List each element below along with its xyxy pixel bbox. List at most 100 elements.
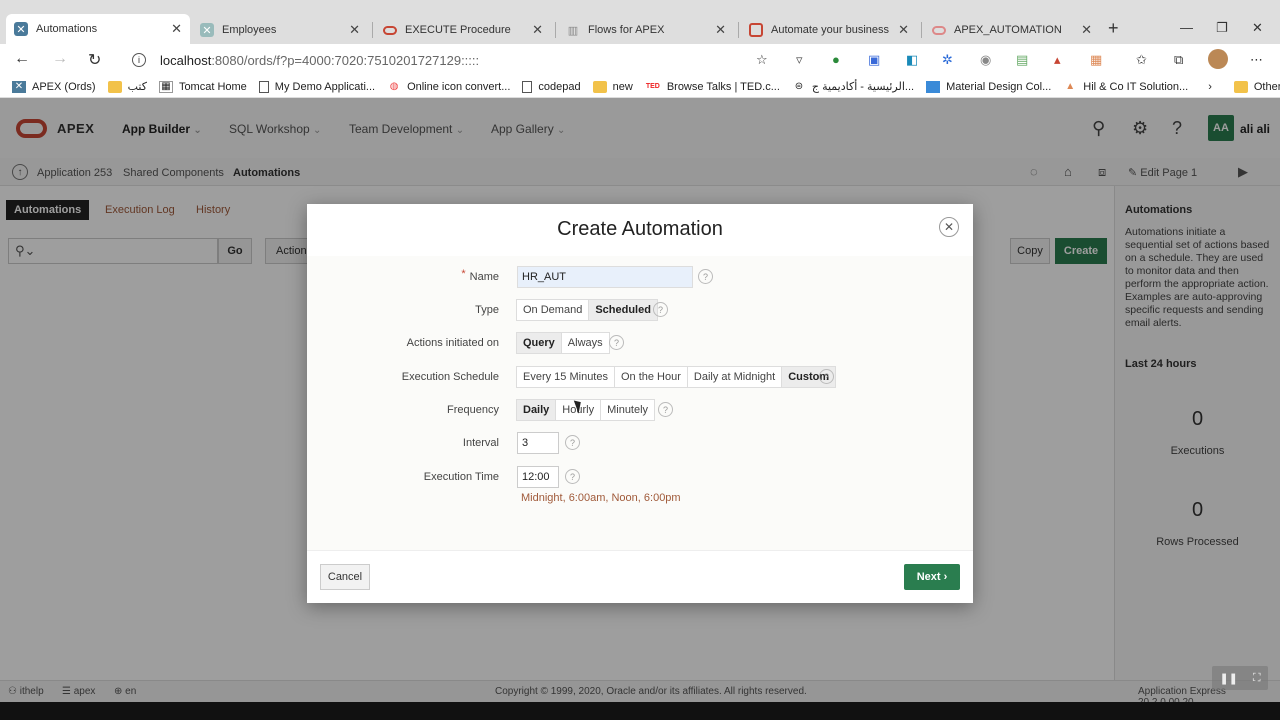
close-icon[interactable]: ✕ xyxy=(939,217,959,237)
collections-icon[interactable]: ⧉ xyxy=(1174,52,1183,68)
refresh-icon[interactable]: ↻ xyxy=(88,50,101,70)
more-icon[interactable]: ⋯ xyxy=(1250,52,1263,68)
type-label: Type xyxy=(475,304,499,316)
browser-tab-employees[interactable]: ✕ Employees ✕ xyxy=(192,16,368,44)
bookmark-label: الرئيسية - أكاديمية ج... xyxy=(811,81,915,93)
help-icon[interactable]: ? xyxy=(565,435,580,450)
bookmark-ted[interactable]: TED Browse Talks | TED.c... xyxy=(645,81,780,93)
favorites-icon[interactable]: ✩ xyxy=(1136,52,1147,68)
favorite-star-icon[interactable]: ☆ xyxy=(756,52,768,68)
address-bar-row: ← → ↻ i localhost:8080/ords/f?p=4000:702… xyxy=(0,44,1280,76)
tab-label: APEX_AUTOMATION xyxy=(954,24,1062,36)
type-radio-group: On Demand Scheduled xyxy=(516,299,658,321)
extension-icon[interactable]: ▦ xyxy=(1090,52,1102,68)
close-tab-icon[interactable]: ✕ xyxy=(532,22,543,38)
type-scheduled[interactable]: Scheduled xyxy=(588,299,658,321)
extension-icon[interactable]: ▤ xyxy=(1016,52,1028,68)
actions-initiated-row: Actions initiated on Query Always ? xyxy=(307,332,973,356)
help-icon[interactable]: ? xyxy=(698,269,713,284)
help-icon[interactable]: ? xyxy=(819,369,834,384)
bookmark-label: كتب xyxy=(127,81,147,93)
chevron-right-icon: › xyxy=(943,571,948,583)
oracle-icon xyxy=(383,25,397,35)
tab-divider xyxy=(555,22,556,38)
bookmark-academy[interactable]: ⊜ الرئيسية - أكاديمية ج... xyxy=(792,80,914,93)
tab-divider xyxy=(738,22,739,38)
close-tab-icon[interactable]: ✕ xyxy=(349,22,360,38)
pocket-icon[interactable]: ▿ xyxy=(796,52,803,68)
browser-tab-execute-procedure[interactable]: EXECUTE Procedure ✕ xyxy=(375,16,551,44)
extension-icon[interactable]: ▴ xyxy=(1054,52,1061,68)
bookmark-label: codepad xyxy=(538,80,581,93)
chevron-right-icon[interactable]: › xyxy=(1208,81,1212,93)
bookmark-new-folder[interactable]: new xyxy=(592,80,633,93)
close-tab-icon[interactable]: ✕ xyxy=(171,21,182,37)
close-window-icon[interactable]: ✕ xyxy=(1252,20,1263,36)
cancel-button[interactable]: Cancel xyxy=(320,564,370,590)
flows-icon: ▥ xyxy=(567,24,579,37)
browser-tab-automate-business[interactable]: Automate your business pro ✕ xyxy=(741,16,917,44)
bookmark-books-folder[interactable]: كتب xyxy=(107,80,147,93)
bookmark-label: Online icon convert... xyxy=(407,80,511,93)
execution-time-hint[interactable]: Midnight, 6:00am, Noon, 6:00pm xyxy=(521,492,681,504)
extension-icon[interactable]: ◧ xyxy=(906,52,918,68)
name-label-text: Name xyxy=(469,271,499,283)
type-on-demand[interactable]: On Demand xyxy=(516,299,590,321)
actions-query[interactable]: Query xyxy=(516,332,562,354)
name-field[interactable]: HR_AUT xyxy=(517,266,693,288)
help-icon[interactable]: ? xyxy=(658,402,673,417)
dialog-footer: Cancel Next › xyxy=(307,550,973,603)
browser-tab-apex-automation[interactable]: APEX_AUTOMATION ✕ xyxy=(924,16,1100,44)
help-icon[interactable]: ? xyxy=(609,335,624,350)
translate-icon[interactable]: ▣ xyxy=(868,52,880,68)
video-controls[interactable]: ❚❚ ⛶ xyxy=(1212,666,1268,690)
dialog-body: * Name HR_AUT ? Type On Demand Scheduled … xyxy=(307,256,973,550)
bookmarks-bar: ✕ APEX (Ords) كتب ▦ Tomcat Home My Demo Ap… xyxy=(0,76,1280,98)
extension-icon[interactable]: ✲ xyxy=(942,52,953,68)
help-icon[interactable]: ? xyxy=(565,469,580,484)
bookmark-label: Tomcat Home xyxy=(178,80,247,93)
schedule-daily-at-midnight[interactable]: Daily at Midnight xyxy=(686,366,783,388)
video-letterbox xyxy=(0,702,1280,720)
bookmark-hil-co[interactable]: ▲ Hil & Co IT Solution... xyxy=(1063,81,1188,93)
type-row: Type On Demand Scheduled ? xyxy=(307,299,973,323)
bookmark-codepad[interactable]: codepad xyxy=(522,80,581,93)
fullscreen-icon[interactable]: ⛶ xyxy=(1253,672,1261,685)
help-icon[interactable]: ? xyxy=(653,302,668,317)
bookmark-material-design[interactable]: Material Design Col... xyxy=(926,80,1051,93)
execution-time-field[interactable]: 12:00 xyxy=(517,466,559,488)
bookmark-demo-app[interactable]: My Demo Applicati... xyxy=(258,80,375,93)
academy-icon: ⊜ xyxy=(794,81,804,92)
page-icon xyxy=(522,80,533,93)
bookmark-icon-converter[interactable]: ◍ Online icon convert... xyxy=(387,80,511,93)
minimize-icon[interactable]: — xyxy=(1180,20,1193,35)
browser-tab-automations[interactable]: ✕ Automations ✕ xyxy=(6,14,190,44)
execution-schedule-radio-group: Every 15 Minutes On the Hour Daily at Mi… xyxy=(516,366,837,388)
extension-icon[interactable]: ◉ xyxy=(980,52,991,68)
frequency-minutely[interactable]: Minutely xyxy=(600,399,656,421)
interval-field[interactable]: 3 xyxy=(517,432,559,454)
frequency-daily[interactable]: Daily xyxy=(516,399,557,421)
other-favorites[interactable]: Other favorites xyxy=(1233,80,1280,93)
profile-avatar-icon[interactable] xyxy=(1208,49,1228,69)
close-tab-icon[interactable]: ✕ xyxy=(1081,22,1092,38)
pause-icon[interactable]: ❚❚ xyxy=(1219,672,1237,685)
schedule-on-the-hour[interactable]: On the Hour xyxy=(613,366,688,388)
next-button[interactable]: Next › xyxy=(904,564,960,590)
url-field[interactable]: i localhost:8080/ords/f?p=4000:7020:7510… xyxy=(122,48,780,72)
close-tab-icon[interactable]: ✕ xyxy=(898,22,909,38)
tab-label: Employees xyxy=(222,24,277,36)
schedule-every-15-minutes[interactable]: Every 15 Minutes xyxy=(516,366,615,388)
bookmark-tomcat[interactable]: ▦ Tomcat Home xyxy=(158,80,247,93)
bookmark-apex-ords[interactable]: ✕ APEX (Ords) xyxy=(12,80,96,93)
close-tab-icon[interactable]: ✕ xyxy=(715,22,726,38)
browser-tab-flows[interactable]: ▥ Flows for APEX ✕ xyxy=(558,16,734,44)
back-icon[interactable]: ← xyxy=(14,50,30,68)
info-icon[interactable]: i xyxy=(132,53,146,67)
maximize-icon[interactable]: ❐ xyxy=(1216,20,1228,36)
forward-icon[interactable]: → xyxy=(52,50,68,68)
extension-icon[interactable]: ● xyxy=(832,52,840,67)
new-tab-icon[interactable]: + xyxy=(1108,18,1119,39)
bookmark-label: Other favorites xyxy=(1253,80,1280,93)
actions-always[interactable]: Always xyxy=(560,332,610,354)
